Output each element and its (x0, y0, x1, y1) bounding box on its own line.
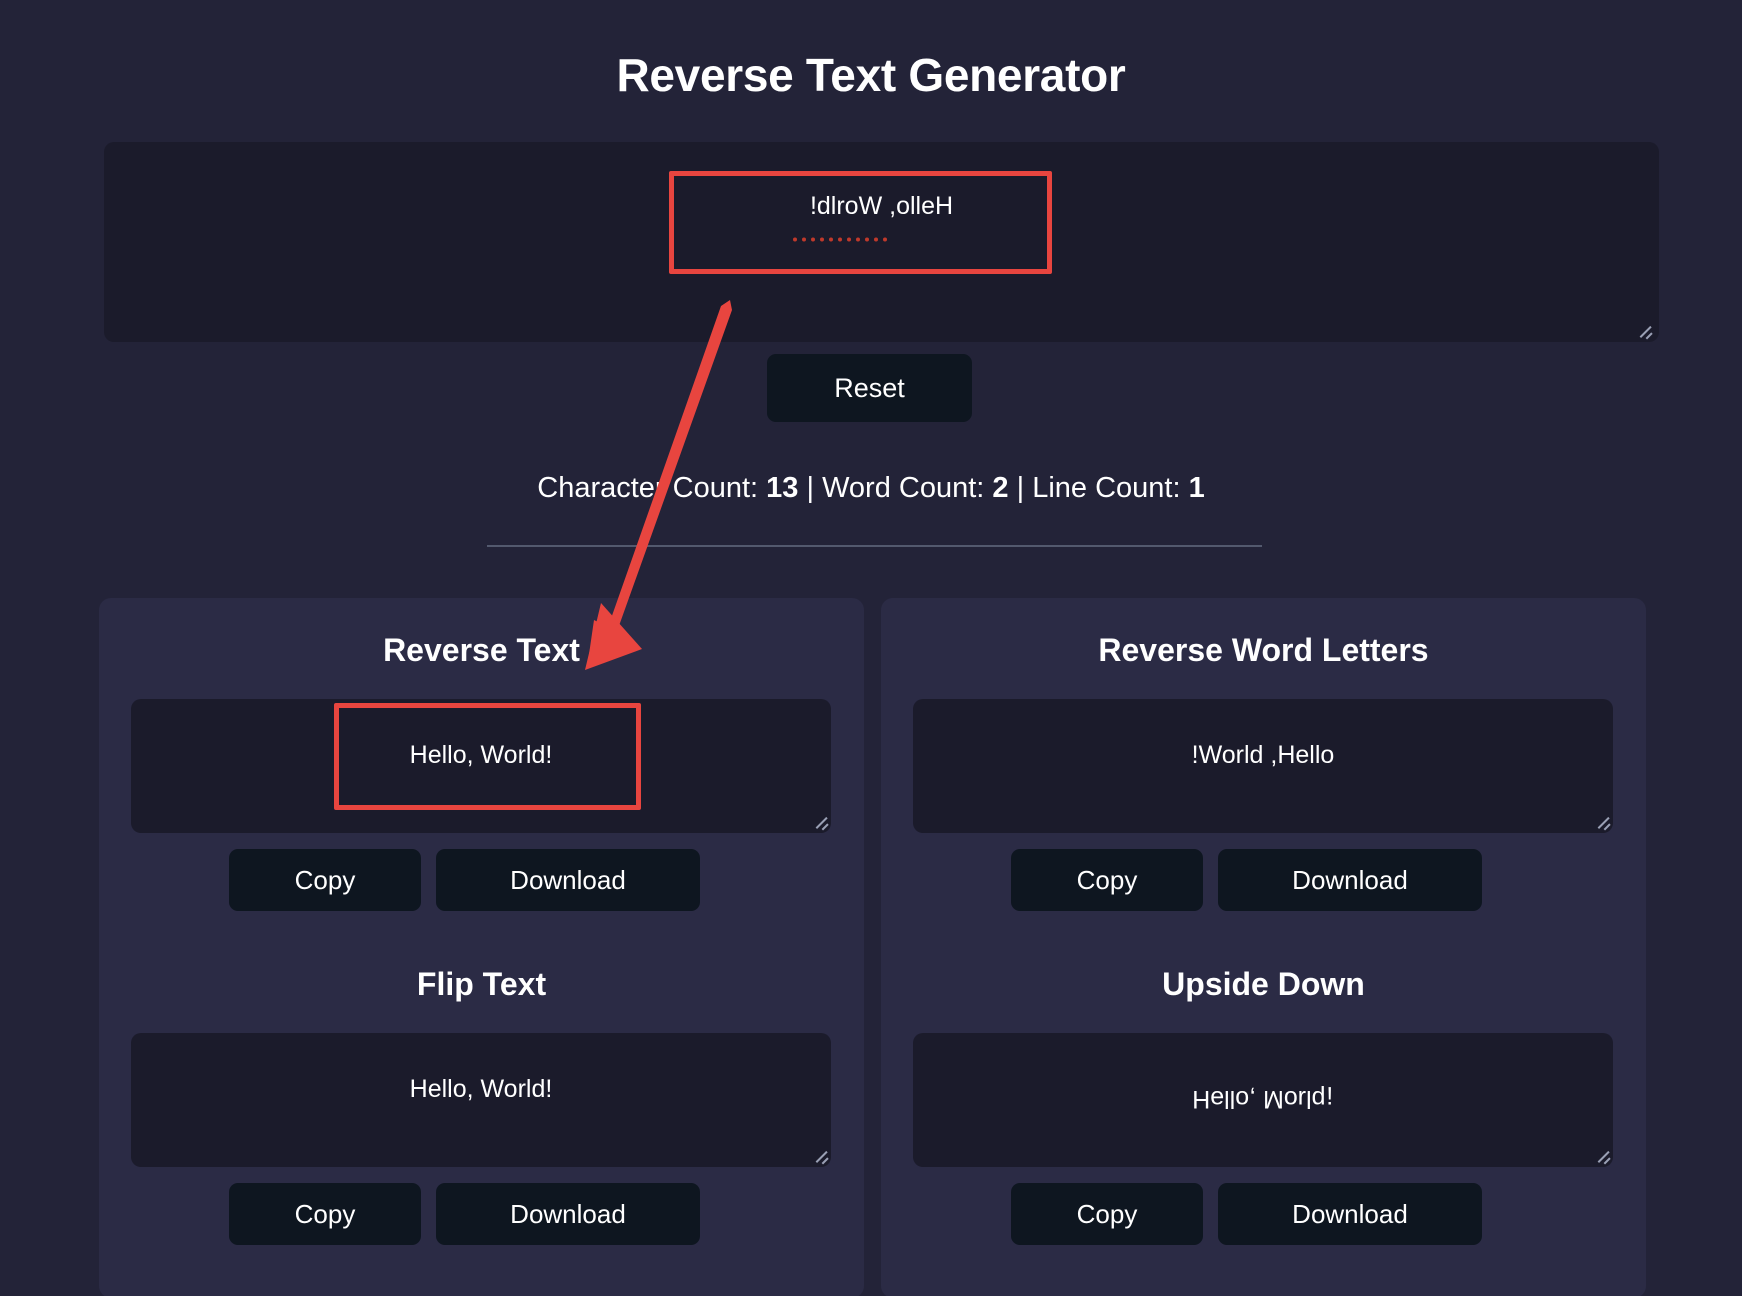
main-text-input[interactable] (104, 142, 1659, 342)
download-button-upside-down[interactable]: Download (1218, 1183, 1482, 1245)
line-count-label: Line Count: (1032, 472, 1181, 504)
section-divider (487, 545, 1262, 547)
counts-separator-2: | (1016, 472, 1025, 504)
section-title-reverse-word-letters: Reverse Word Letters (1098, 632, 1429, 668)
left-panel: Reverse Text Copy Download Flip Text Cop… (99, 598, 864, 1296)
output-reverse-text[interactable] (131, 699, 831, 833)
reset-button[interactable]: Reset (767, 354, 972, 422)
output-reverse-word-letters[interactable] (913, 699, 1613, 833)
character-count-value: 13 (766, 472, 799, 504)
counts-line: Character Count: 13 | Word Count: 2 | Li… (0, 472, 1742, 505)
section-title-flip-text: Flip Text (416, 966, 547, 1002)
copy-button-reverse-word-letters[interactable]: Copy (1011, 849, 1203, 911)
copy-button-upside-down[interactable]: Copy (1011, 1183, 1203, 1245)
download-button-flip-text[interactable]: Download (436, 1183, 700, 1245)
word-count-value: 2 (992, 472, 1009, 504)
copy-button-reverse-text[interactable]: Copy (229, 849, 421, 911)
word-count-label: Word Count: (822, 472, 985, 504)
download-button-reverse-text[interactable]: Download (436, 849, 700, 911)
section-title-upside-down: Upside Down (1162, 966, 1365, 1002)
character-count-label: Character Count: (537, 472, 759, 504)
right-panel: Reverse Word Letters Copy Download Upsid… (881, 598, 1646, 1296)
download-button-reverse-word-letters[interactable]: Download (1218, 849, 1482, 911)
copy-button-flip-text[interactable]: Copy (229, 1183, 421, 1245)
section-title-reverse-text: Reverse Text (383, 632, 580, 668)
app-root: Reverse Text Generator Reset Character C… (0, 0, 1742, 1296)
line-count-value: 1 (1188, 472, 1205, 504)
counts-separator-1: | (806, 472, 815, 504)
page-title: Reverse Text Generator (616, 49, 1126, 101)
output-upside-down[interactable] (913, 1033, 1613, 1167)
output-flip-text[interactable] (131, 1033, 831, 1167)
